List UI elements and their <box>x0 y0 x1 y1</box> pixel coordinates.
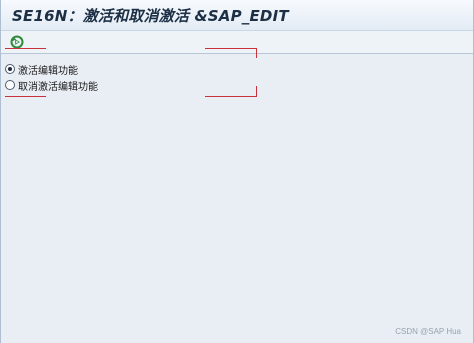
annotation-line-toolbar-left <box>5 48 46 49</box>
selection-area: 激活编辑功能 取消激活编辑功能 <box>1 54 473 343</box>
application-toolbar <box>1 31 473 54</box>
page-title: SE16N：激活和取消激活 &SAP_EDIT <box>12 7 289 25</box>
option-deactivate-edit[interactable]: 取消激活编辑功能 <box>5 78 98 93</box>
annotation-line-toolbar-right <box>205 48 257 49</box>
option-activate-edit[interactable]: 激活编辑功能 <box>5 62 78 77</box>
radio-button-activate-edit[interactable] <box>5 64 15 74</box>
option-label-deactivate-edit: 取消激活编辑功能 <box>18 81 98 93</box>
radio-button-deactivate-edit[interactable] <box>5 80 15 90</box>
sap-window: SE16N：激活和取消激活 &SAP_EDIT 激活编辑功能 取消激活编辑功能 … <box>0 0 474 343</box>
option-label-activate-edit: 激活编辑功能 <box>18 65 78 77</box>
title-bar: SE16N：激活和取消激活 &SAP_EDIT <box>1 0 473 31</box>
watermark: CSDN @SAP Hua <box>395 327 461 336</box>
